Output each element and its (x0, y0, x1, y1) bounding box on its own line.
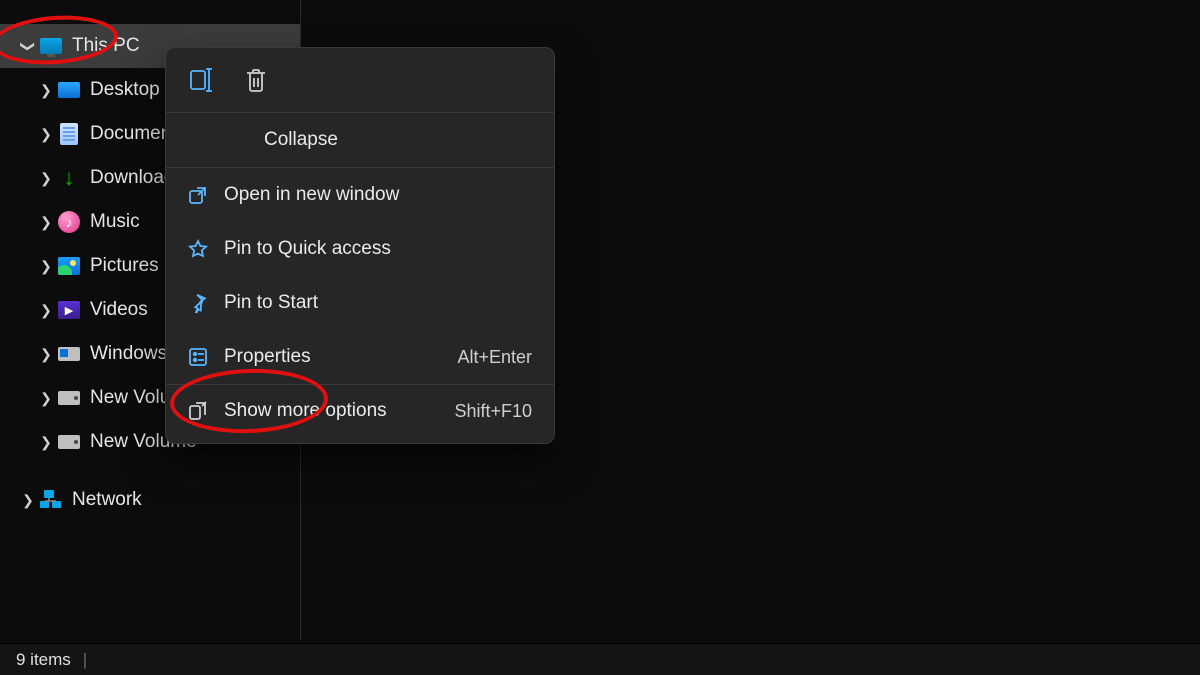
tree-item-label: Videos (90, 299, 148, 321)
context-menu-icon-row (166, 48, 554, 112)
chevron-right-icon[interactable] (40, 126, 52, 143)
chevron-down-icon[interactable] (22, 38, 34, 55)
chevron-right-icon[interactable] (40, 302, 52, 319)
context-menu: Collapse Open in new window Pin to Quick… (165, 47, 555, 444)
status-separator: | (83, 650, 87, 670)
desktop-icon (58, 79, 80, 101)
drive-icon (58, 431, 80, 453)
pictures-icon (58, 255, 80, 277)
rename-icon[interactable] (188, 66, 216, 94)
status-item-count: 9 items (16, 650, 71, 670)
menu-item-shortcut: Alt+Enter (457, 347, 532, 368)
tree-item-label: Network (72, 489, 142, 511)
open-new-window-icon (184, 185, 212, 205)
music-icon: ♪ (58, 211, 80, 233)
chevron-right-icon[interactable] (40, 434, 52, 451)
status-bar: 9 items | (0, 643, 1200, 675)
menu-item-show-more-options[interactable]: Show more options Shift+F10 (166, 385, 554, 437)
menu-item-label: Properties (224, 346, 311, 368)
chevron-right-icon[interactable] (40, 346, 52, 363)
menu-item-pin-quick-access[interactable]: Pin to Quick access (166, 222, 554, 276)
drive-icon (58, 343, 80, 365)
tree-item-network[interactable]: Network (0, 478, 300, 522)
network-icon (40, 489, 62, 511)
chevron-right-icon[interactable] (40, 82, 52, 99)
tree-item-label: Music (90, 211, 140, 233)
menu-item-label: Open in new window (224, 184, 399, 206)
drive-icon (58, 387, 80, 409)
menu-item-label: Pin to Quick access (224, 238, 391, 260)
menu-item-collapse[interactable]: Collapse (166, 113, 554, 167)
this-pc-icon (40, 35, 62, 57)
tree-item-label: This PC (72, 35, 140, 57)
chevron-right-icon[interactable] (22, 492, 34, 509)
chevron-right-icon[interactable] (40, 390, 52, 407)
menu-item-pin-start[interactable]: Pin to Start (166, 276, 554, 330)
star-icon (184, 239, 212, 259)
downloads-icon: ↓ (58, 167, 80, 189)
tree-item-label: Pictures (90, 255, 159, 277)
show-more-icon (184, 401, 212, 421)
chevron-right-icon[interactable] (40, 214, 52, 231)
menu-item-open-new-window[interactable]: Open in new window (166, 168, 554, 222)
menu-item-label: Collapse (264, 129, 338, 151)
tree-item-label: Desktop (90, 79, 160, 101)
pin-icon (184, 293, 212, 313)
menu-item-label: Show more options (224, 400, 387, 422)
menu-item-label: Pin to Start (224, 292, 318, 314)
chevron-right-icon[interactable] (40, 258, 52, 275)
chevron-right-icon[interactable] (40, 170, 52, 187)
documents-icon (58, 123, 80, 145)
menu-item-properties[interactable]: Properties Alt+Enter (166, 330, 554, 384)
menu-item-shortcut: Shift+F10 (454, 401, 532, 422)
delete-icon[interactable] (242, 66, 270, 94)
properties-icon (184, 347, 212, 367)
videos-icon: ▶ (58, 299, 80, 321)
